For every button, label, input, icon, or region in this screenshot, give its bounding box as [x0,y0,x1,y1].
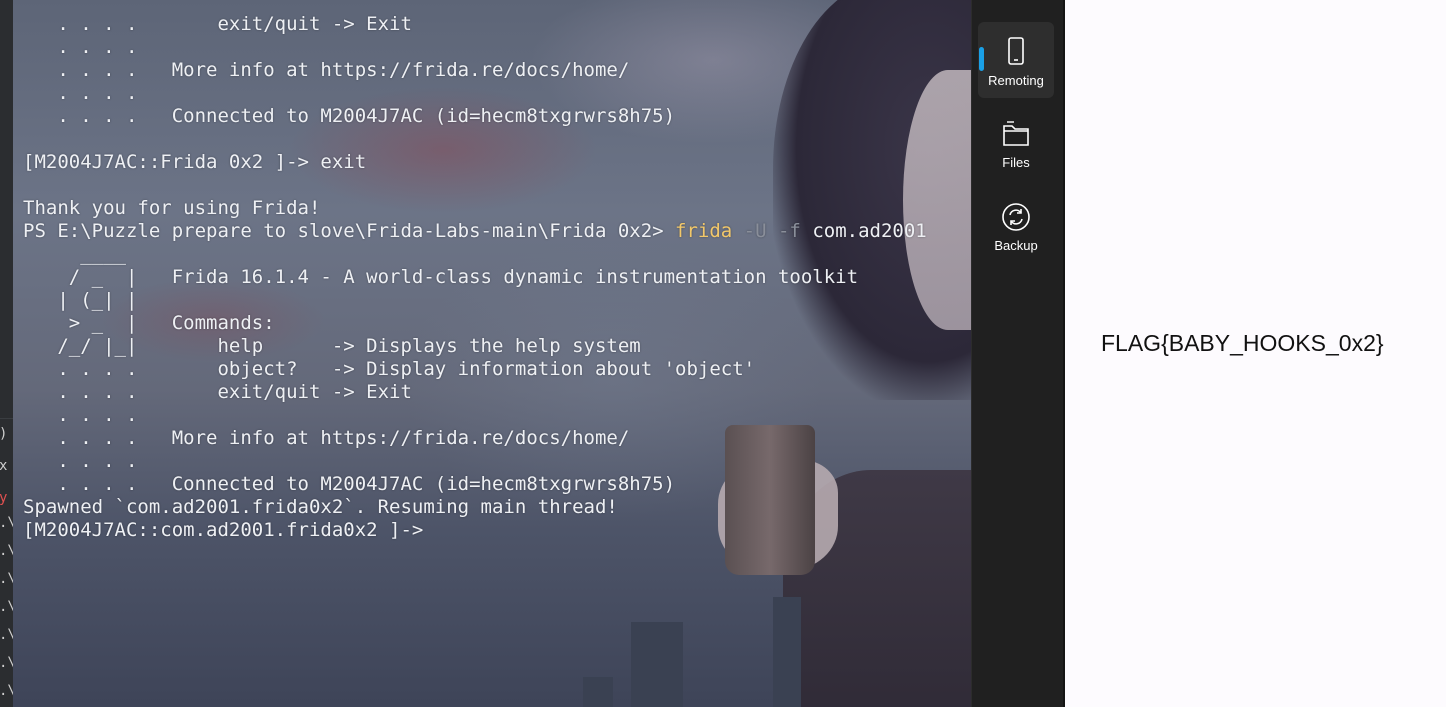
edge-glyph: .\ [0,683,13,699]
background-editor-strip: ) x y .\ .\ .\ .\ .\ .\ .\ [0,0,13,707]
flag-text: FLAG{BABY_HOOKS_0x2} [1101,330,1384,356]
phone-icon [1008,37,1024,65]
content-pane: FLAG{BABY_HOOKS_0x2} [1065,0,1446,707]
terminal-line: . . . . More info at https://frida.re/do… [23,59,630,81]
edge-glyph: .\ [0,543,13,559]
edge-glyph: .\ [0,515,13,531]
edge-glyph: .\ [0,599,13,615]
terminal-line: . . . . [23,450,138,472]
terminal-line: /_/ |_| help -> Displays the help system [23,335,641,357]
background-building [631,622,683,707]
terminal-line: . . . . exit/quit -> Exit [23,13,412,35]
terminal-line: ____ [23,243,126,265]
terminal-line: . . . . Connected to M2004J7AC (id=hecm8… [23,105,676,127]
active-indicator [979,47,984,71]
terminal-prompt-line: PS E:\Puzzle prepare to slove\Frida-Labs… [23,220,927,243]
command-flags: -U -f [732,220,801,242]
terminal-line: . . . . object? -> Display information a… [23,358,756,380]
sidebar-item-label: Backup [994,238,1038,253]
sidebar-item-backup[interactable]: Backup [978,187,1054,263]
command-name: frida [675,220,733,242]
edge-glyph: ) [0,426,7,442]
background-building [773,597,801,707]
terminal-line: Thank you for using Frida! [23,197,321,219]
terminal-line: Spawned `com.ad2001.frida0x2`. Resuming … [23,496,618,518]
sidebar-item-label: Remoting [988,73,1044,88]
terminal-line: . . . . [23,82,138,104]
edge-glyph: .\ [0,655,13,671]
command-argument: com.ad2001 [800,220,927,242]
sidebar-item-label: Files [1002,155,1030,170]
device-sidebar: Remoting Files Backup [971,0,1064,707]
terminal-output[interactable]: . . . . exit/quit -> Exit . . . . . . . … [23,13,927,542]
sidebar-item-remoting[interactable]: Remoting [978,22,1054,98]
terminal-window[interactable]: . . . . exit/quit -> Exit . . . . . . . … [13,0,971,707]
edge-glyph: x [0,458,8,474]
terminal-line: / _ | Frida 16.1.4 - A world-class dynam… [23,266,859,288]
terminal-line: . . . . exit/quit -> Exit [23,381,412,403]
terminal-line: | (_| | [23,289,138,311]
edge-glyph: y [0,490,8,506]
terminal-line: . . . . More info at https://frida.re/do… [23,427,630,449]
edge-glyph: .\ [0,571,13,587]
folder-icon [1003,121,1029,146]
background-building [583,677,613,707]
sidebar-item-files[interactable]: Files [978,104,1054,180]
terminal-line: > _ | Commands: [23,312,275,334]
shell-prompt: PS E:\Puzzle prepare to slove\Frida-Labs… [23,220,676,242]
terminal-prompt-line: [M2004J7AC::com.ad2001.frida0x2 ]-> [23,519,424,541]
edge-glyph: .\ [0,627,13,643]
terminal-line: . . . . [23,404,138,426]
sync-icon [1002,203,1030,231]
terminal-line: . . . . [23,36,138,58]
terminal-line: [M2004J7AC::Frida 0x2 ]-> exit [23,151,367,173]
terminal-line: . . . . Connected to M2004J7AC (id=hecm8… [23,473,676,495]
